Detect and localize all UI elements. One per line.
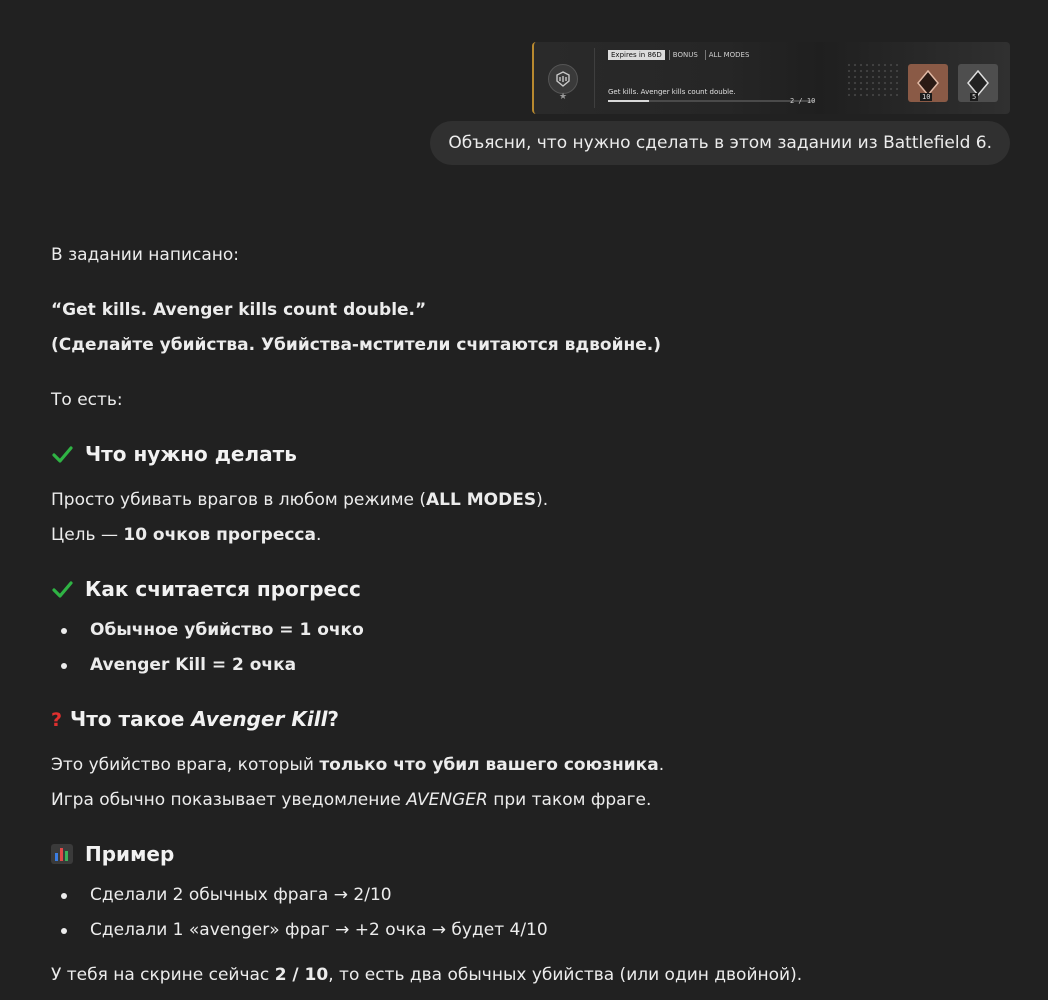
list-item: Avenger Kill = 2 очка bbox=[90, 655, 297, 675]
heading-text-italic: Avenger Kill bbox=[191, 707, 328, 731]
attached-quest-image[interactable]: ★ Expires in 86D BONUS ALL MODES Get kil… bbox=[532, 42, 1010, 114]
text: Просто убивать врагов в любом режиме ( bbox=[51, 490, 427, 510]
quest-progress-fill bbox=[608, 100, 650, 102]
heading-text: Что нужно делать bbox=[85, 442, 297, 466]
bullet-dot bbox=[61, 928, 67, 934]
decorative-dots bbox=[846, 62, 902, 98]
list-item: Сделали 1 «avenger» фраг → +2 очка → буд… bbox=[90, 920, 548, 940]
quest-progress-text: 2 / 10 bbox=[790, 97, 816, 105]
text-bold: ALL MODES bbox=[426, 490, 537, 510]
text: Цель — bbox=[51, 525, 124, 545]
reward-badge-silver: 5 bbox=[958, 64, 998, 102]
bullet-dot bbox=[61, 663, 67, 669]
what-line-2: Цель — 10 очков прогресса. bbox=[51, 518, 321, 553]
quest-divider bbox=[594, 48, 595, 108]
quest-tags: Expires in 86D BONUS ALL MODES bbox=[608, 50, 752, 60]
answer-intro: В задании написано: bbox=[51, 245, 240, 265]
heading-avenger: ? Что такое Avenger Kill? bbox=[51, 702, 339, 738]
text: . bbox=[315, 525, 322, 545]
heading-progress: Как считается прогресс bbox=[51, 572, 361, 607]
quest-emblem-icon bbox=[548, 64, 578, 94]
text-bold: 2 / 10 bbox=[274, 965, 329, 985]
text: при таком фраге. bbox=[487, 790, 652, 810]
expires-tag: Expires in 86D bbox=[608, 50, 665, 60]
avenger-line-2: Игра обычно показывает уведомление AVENG… bbox=[51, 783, 651, 818]
bullet-dot bbox=[61, 893, 67, 899]
bar-chart-icon bbox=[51, 844, 73, 864]
reward-count: 10 bbox=[920, 93, 933, 101]
text-bold: 10 очков прогресса bbox=[123, 525, 316, 545]
list-item: Обычное убийство = 1 очко bbox=[90, 620, 364, 640]
user-message-bubble: Объясни, что нужно сделать в этом задани… bbox=[430, 121, 1010, 165]
check-mark-icon bbox=[52, 446, 73, 463]
quest-progress-bar bbox=[608, 100, 814, 102]
answer-that-is: То есть: bbox=[51, 390, 123, 410]
text: ). bbox=[536, 490, 549, 510]
heading-example: Пример bbox=[51, 837, 174, 872]
bullet-dot bbox=[61, 628, 67, 634]
heading-text: ? bbox=[327, 707, 340, 731]
check-mark-icon bbox=[52, 581, 73, 598]
star-icon: ★ bbox=[559, 92, 568, 102]
text: , то есть два обычных убийства (или один… bbox=[328, 965, 803, 985]
text-bold: только что убил вашего союзника bbox=[319, 755, 659, 775]
avenger-line-1: Это убийство врага, который только что у… bbox=[51, 748, 664, 783]
reward-count: 5 bbox=[970, 93, 979, 101]
text-italic: AVENGER bbox=[406, 790, 488, 810]
modes-tag: ALL MODES bbox=[704, 50, 753, 60]
text: Игра обычно показывает уведомление bbox=[51, 790, 407, 810]
quote-russian: (Сделайте убийства. Убийства-мстители сч… bbox=[51, 335, 661, 355]
heading-text: Что такое bbox=[70, 707, 192, 731]
heading-text: Как считается прогресс bbox=[85, 577, 361, 601]
text: Это убийство врага, который bbox=[51, 755, 320, 775]
quote-english: “Get kills. Avenger kills count double.” bbox=[51, 300, 427, 320]
question-mark-icon: ? bbox=[51, 709, 63, 731]
heading-text: Пример bbox=[85, 842, 175, 866]
quest-description: Get kills. Avenger kills count double. bbox=[608, 88, 736, 96]
list-item: Сделали 2 обычных фрага → 2/10 bbox=[90, 885, 392, 905]
what-line-1: Просто убивать врагов в любом режиме (AL… bbox=[51, 483, 548, 518]
reward-badge-bronze: 10 bbox=[908, 64, 948, 102]
bonus-tag: BONUS bbox=[668, 50, 701, 60]
final-line: У тебя на скрине сейчас 2 / 10, то есть … bbox=[51, 958, 802, 993]
heading-what-to-do: Что нужно делать bbox=[51, 437, 297, 472]
text: . bbox=[658, 755, 665, 775]
text: У тебя на скрине сейчас bbox=[51, 965, 275, 985]
